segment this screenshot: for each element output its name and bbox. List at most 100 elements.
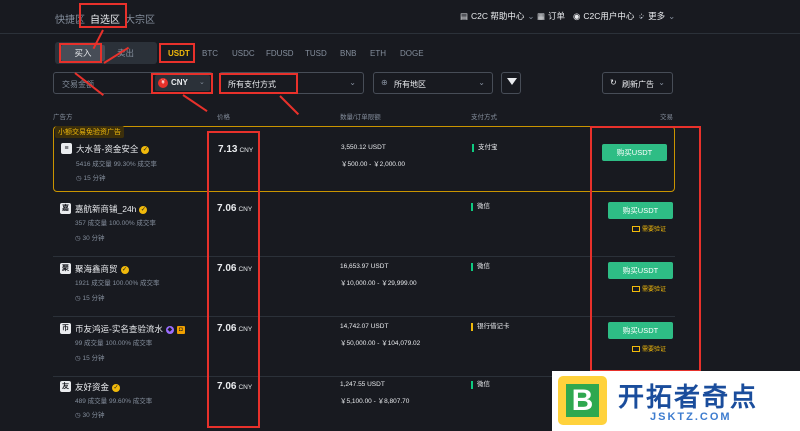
verification-required-badge: 需要验证 bbox=[632, 284, 666, 293]
coin-tab-eth[interactable]: ETH bbox=[370, 49, 386, 58]
top-nav: 快捷区 自选区 大宗区 ▤ C2C 帮助中心 ⌄ ▦ 订单 ◉ C2C用户中心 … bbox=[0, 0, 800, 34]
payment-method: 支付宝 bbox=[472, 144, 498, 152]
refresh-ads-button[interactable]: ↻ 刷新广告 ⌄ bbox=[602, 72, 673, 94]
grid-icon: ⁘ bbox=[638, 10, 646, 21]
price: 7.06 CNY bbox=[217, 263, 252, 274]
table-row: 聚 聚海鑫商贸 ✓ 1921 成交量 100.00% 成交率 ◷ 15 分钟 7.… bbox=[53, 255, 675, 317]
price-value: 7.06 bbox=[217, 323, 237, 334]
payment-select[interactable]: 所有支付方式 ⌄ bbox=[219, 72, 364, 94]
chevron-down-icon: ⌄ bbox=[478, 78, 485, 87]
header-amount: 数量/订单限额 bbox=[340, 114, 381, 121]
merchant-name[interactable]: 嘉航新商铺_24h ✓ bbox=[75, 203, 148, 215]
avatar: ≡ bbox=[61, 143, 72, 154]
price-value: 7.06 bbox=[217, 203, 237, 214]
payment-method: 微信 bbox=[471, 263, 490, 271]
price-currency: CNY bbox=[238, 384, 253, 391]
region-label: 所有地区 bbox=[394, 80, 426, 89]
pay-time: ◷ 15 分钟 bbox=[75, 292, 105, 302]
pay-time-text: 15 分钟 bbox=[83, 175, 106, 182]
coin-tab-bnb[interactable]: BNB bbox=[340, 49, 356, 58]
region-select[interactable]: ⊕ 所有地区 ⌄ bbox=[373, 72, 493, 94]
payment-method: 微信 bbox=[471, 203, 490, 211]
buy-usdt-button[interactable]: 购买USDT bbox=[608, 202, 673, 219]
coin-tab-usdt[interactable]: USDT bbox=[168, 49, 190, 58]
available-amount: 3,550.12 USDT bbox=[341, 144, 386, 151]
help-center-menu[interactable]: ▤ C2C 帮助中心 ⌄ bbox=[460, 10, 535, 22]
avatar: 币 bbox=[60, 323, 71, 334]
merchant-name[interactable]: 大水普-资金安全 ✓ bbox=[76, 143, 150, 155]
available-amount: 1,247.55 USDT bbox=[340, 381, 385, 388]
avatar: 友 bbox=[60, 381, 71, 392]
price-currency: CNY bbox=[239, 147, 254, 154]
id-card-icon bbox=[632, 346, 640, 353]
logo-letter: B bbox=[566, 384, 599, 417]
diamond-badge-icon: ◆ bbox=[165, 325, 174, 334]
verification-label: 需要验证 bbox=[642, 227, 667, 233]
tab-block[interactable]: 大宗区 bbox=[125, 11, 155, 26]
refresh-label: 刷新广告 bbox=[622, 80, 654, 89]
buy-usdt-button[interactable]: 购买USDT bbox=[602, 144, 667, 161]
buy-button[interactable]: 买入 bbox=[61, 45, 105, 61]
order-limit: ￥50,000.00 - ￥104,079.02 bbox=[340, 340, 421, 347]
chevron-down-icon: ⌄ bbox=[658, 78, 665, 87]
price-currency: CNY bbox=[238, 266, 253, 273]
globe-icon: ⊕ bbox=[381, 78, 388, 87]
logo-text-en: JSKTZ.COM bbox=[650, 411, 732, 423]
watermark-logo: B 开拓者奇点 JSKTZ.COM bbox=[552, 371, 800, 431]
price-value: 7.06 bbox=[217, 381, 237, 392]
pay-time-text: 30 分钟 bbox=[82, 412, 105, 419]
verification-label: 需要验证 bbox=[642, 347, 667, 353]
orders-link[interactable]: ▦ 订单 bbox=[537, 10, 565, 22]
more-label: 更多 bbox=[648, 11, 666, 21]
filter-button[interactable] bbox=[501, 72, 521, 94]
tab-custom[interactable]: 自选区 bbox=[90, 11, 120, 26]
buy-usdt-button[interactable]: 购买USDT bbox=[608, 322, 673, 339]
verification-label: 需要验证 bbox=[642, 287, 667, 293]
buy-usdt-button[interactable]: 购买USDT bbox=[608, 262, 673, 279]
merchant-name[interactable]: 聚海鑫商贸 ✓ bbox=[75, 263, 129, 275]
user-icon: ◉ bbox=[573, 10, 581, 21]
currency-flag-icon: ¥ bbox=[158, 78, 168, 88]
pay-time: ◷ 30 分钟 bbox=[75, 409, 105, 419]
annotation-arrow bbox=[182, 94, 208, 113]
avatar: 嘉 bbox=[60, 203, 71, 214]
user-center-menu[interactable]: ◉ C2C用户中心 ⌄ bbox=[573, 10, 645, 22]
price: 7.06 CNY bbox=[217, 323, 252, 334]
merchant-stats: 1921 成交量 100.00% 成交率 bbox=[75, 280, 160, 287]
buy-sell-toggle: 买入 卖出 bbox=[55, 42, 157, 64]
amount-placeholder: 交易金额 bbox=[62, 80, 94, 89]
payment-method: 银行借记卡 bbox=[471, 323, 510, 331]
user-center-label: C2C用户中心 bbox=[583, 11, 635, 21]
merchant-stats: 357 成交量 100.00% 成交率 bbox=[75, 220, 156, 227]
header-price: 价格 bbox=[217, 114, 230, 121]
currency-label: CNY bbox=[171, 78, 188, 87]
price-value: 7.06 bbox=[217, 263, 237, 274]
price-currency: CNY bbox=[238, 326, 253, 333]
price: 7.06 CNY bbox=[217, 381, 252, 392]
help-center-label: C2C 帮助中心 bbox=[471, 11, 525, 21]
order-limit: ￥10,000.00 - ￥29,999.00 bbox=[340, 280, 417, 287]
table-row: 嘉 嘉航新商铺_24h ✓ 357 成交量 100.00% 成交率 ◷ 30 分钟… bbox=[53, 195, 675, 257]
logo-mark: B bbox=[558, 376, 607, 425]
price-currency: CNY bbox=[238, 206, 253, 213]
tab-quick[interactable]: 快捷区 bbox=[55, 11, 85, 26]
currency-select[interactable]: ¥ CNY ⌄ bbox=[155, 75, 210, 91]
coin-tab-usdc[interactable]: USDC bbox=[232, 49, 255, 58]
more-menu[interactable]: ⁘ 更多 ⌄ bbox=[638, 10, 675, 22]
verified-badge-icon: ✓ bbox=[141, 145, 150, 154]
coin-tab-fdusd[interactable]: FDUSD bbox=[266, 49, 294, 58]
merchant-name[interactable]: 友好资金 ✓ bbox=[75, 381, 121, 393]
merchant-stats: 99 成交量 100.00% 成交率 bbox=[75, 340, 153, 347]
header-advertiser: 广告方 bbox=[53, 114, 73, 121]
price: 7.06 CNY bbox=[217, 203, 252, 214]
coin-tab-doge[interactable]: DOGE bbox=[400, 49, 424, 58]
id-card-icon bbox=[632, 226, 640, 233]
coin-tab-btc[interactable]: BTC bbox=[202, 49, 218, 58]
merchant-name[interactable]: 币友鸿运-实名查验流水 ◆ ◘ bbox=[75, 323, 185, 335]
sell-button[interactable]: 卖出 bbox=[117, 47, 134, 59]
price: 7.13 CNY bbox=[218, 144, 253, 155]
pay-time: ◷ 30 分钟 bbox=[75, 232, 105, 242]
merchant-name-text: 大水普-资金安全 bbox=[76, 144, 139, 154]
verified-badge-icon: ✓ bbox=[112, 383, 121, 392]
coin-tab-tusd[interactable]: TUSD bbox=[305, 49, 327, 58]
